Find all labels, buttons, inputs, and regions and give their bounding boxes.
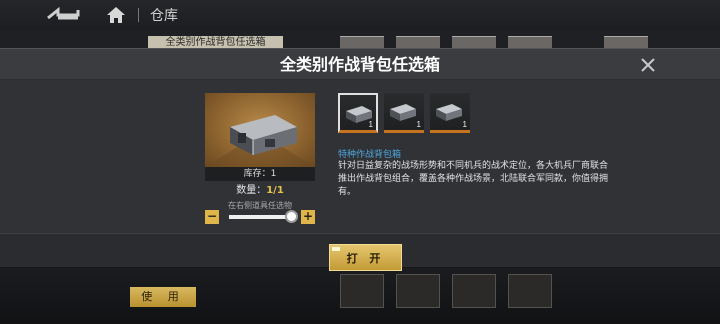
option-count: 1 bbox=[462, 120, 467, 129]
option-item-2[interactable]: 1 bbox=[384, 93, 424, 133]
open-button-label: 打 开 bbox=[346, 252, 385, 265]
stock-count: 库存：1 bbox=[205, 167, 315, 181]
page-title: 仓库 bbox=[150, 8, 178, 24]
option-item-3[interactable]: 1 bbox=[430, 93, 470, 133]
background-card[interactable] bbox=[396, 274, 440, 308]
button-corner-accent bbox=[332, 247, 340, 251]
close-icon[interactable] bbox=[639, 56, 657, 74]
crate-icon bbox=[390, 104, 416, 121]
home-icon[interactable] bbox=[105, 5, 127, 25]
open-button[interactable]: 打 开 bbox=[329, 244, 402, 271]
description-text: 针对日益复杂的战场形势和不同机兵的战术定位，各大机兵厂商联合推出作战背包组合，覆… bbox=[338, 161, 609, 197]
option-count: 1 bbox=[368, 120, 373, 129]
option-count: 1 bbox=[416, 120, 421, 129]
modal-title: 全类别作战背包任选箱 bbox=[279, 55, 440, 74]
background-card[interactable] bbox=[452, 274, 496, 308]
quantity-value: 1/1 bbox=[266, 185, 284, 196]
quantity-row: 数量：1/1 bbox=[205, 185, 315, 197]
nav-separator bbox=[138, 8, 139, 22]
quantity-slider[interactable] bbox=[229, 215, 291, 219]
background-card[interactable] bbox=[340, 274, 384, 308]
back-arrow-icon[interactable] bbox=[44, 6, 82, 24]
crate-icon bbox=[205, 115, 315, 167]
crate-icon bbox=[436, 104, 462, 121]
quantity-label: 数量： bbox=[236, 185, 267, 196]
decrease-quantity-button[interactable]: − bbox=[205, 210, 219, 224]
item-preview-image bbox=[205, 93, 315, 167]
background-card[interactable] bbox=[508, 274, 552, 308]
slider-fill bbox=[229, 215, 291, 219]
slider-handle[interactable] bbox=[285, 210, 298, 223]
selection-hint: 在右侧道具任选物 bbox=[228, 201, 292, 210]
modal-header: 全类别作战背包任选箱 bbox=[0, 48, 720, 80]
description-title: 特种作战背包箱 bbox=[338, 150, 402, 160]
use-button[interactable]: 使 用 bbox=[130, 287, 196, 307]
option-item-1[interactable]: 1 bbox=[338, 93, 378, 133]
increase-quantity-button[interactable]: + bbox=[301, 210, 315, 224]
